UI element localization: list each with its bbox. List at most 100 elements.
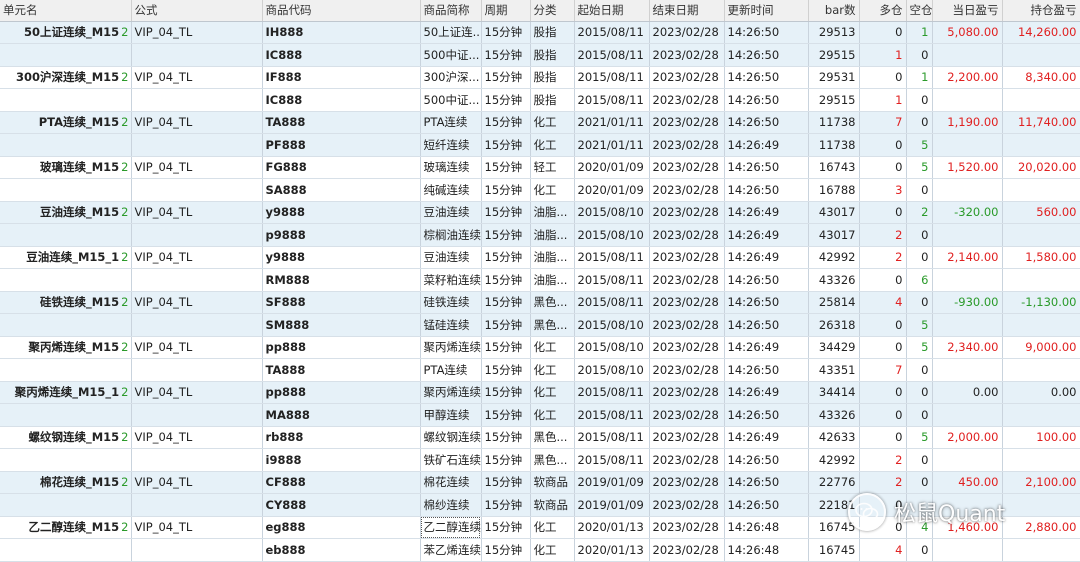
cell-name[interactable]: 螺纹钢连续 [420, 426, 482, 449]
cell-bar-count[interactable]: 43351 [808, 358, 860, 382]
cell-short[interactable]: 5 [906, 156, 933, 179]
cell-update-time[interactable]: 14:26:50 [724, 313, 809, 337]
cell-formula[interactable]: VIP_04_TL [131, 156, 263, 179]
cell-hold-pnl[interactable] [1002, 178, 1080, 202]
cell-long[interactable]: 3 [859, 178, 907, 202]
cell-unit[interactable]: 50上证连续_M15 2 [0, 21, 132, 44]
cell-unit[interactable] [0, 313, 132, 337]
cell-formula[interactable] [131, 448, 263, 472]
cell-long[interactable]: 0 [859, 66, 907, 89]
cell-update-time[interactable]: 14:26:48 [724, 516, 809, 539]
cell-hold-pnl[interactable]: 20,020.00 [1002, 156, 1080, 179]
cell-name[interactable]: 棉花连续 [420, 471, 482, 494]
table-row[interactable]: SM888 锰硅连续 15分钟 黑色... 2015/08/10 2023/02/28 14… [0, 313, 1080, 337]
cell-start-date[interactable]: 2021/01/11 [574, 133, 650, 157]
cell-code[interactable]: eg888 [262, 516, 421, 539]
table-row[interactable]: 玻璃连续_M15 2 VIP_04_TL FG888 玻璃连续 15分钟 轻工 2020/01… [0, 156, 1080, 179]
cell-hold-pnl[interactable] [1002, 268, 1080, 292]
table-row[interactable]: IC888 500中证... 15分钟 股指 2015/08/11 2023/02/28 1… [0, 88, 1080, 112]
cell-end-date[interactable]: 2023/02/28 [649, 21, 725, 44]
table-row[interactable]: 300沪深连续_M15 2 VIP_04_TL IF888 300沪深... 15分钟 股指… [0, 66, 1080, 89]
cell-short[interactable]: 0 [906, 178, 933, 202]
cell-category[interactable]: 化工 [530, 538, 575, 562]
cell-category[interactable]: 油脂... [530, 268, 575, 292]
cell-name[interactable]: PTA连续 [420, 111, 482, 134]
cell-formula[interactable]: VIP_04_TL [131, 201, 263, 224]
cell-update-time[interactable]: 14:26:50 [724, 43, 809, 67]
cell-unit[interactable] [0, 358, 132, 382]
cell-daily-pnl[interactable]: 2,340.00 [932, 336, 1003, 359]
cell-period[interactable]: 15分钟 [481, 381, 531, 404]
cell-start-date[interactable]: 2020/01/13 [574, 538, 650, 562]
cell-category[interactable]: 黑色... [530, 291, 575, 314]
table-row[interactable]: MA888 甲醇连续 15分钟 化工 2015/08/11 2023/02/28 14:26… [0, 403, 1080, 427]
table-row[interactable]: RM888 菜籽粕连续 15分钟 油脂... 2015/08/11 2023/02/28 1… [0, 268, 1080, 292]
cell-name[interactable]: 铁矿石连续 [420, 448, 482, 472]
cell-period[interactable]: 15分钟 [481, 493, 531, 517]
cell-end-date[interactable]: 2023/02/28 [649, 111, 725, 134]
cell-category[interactable]: 化工 [530, 111, 575, 134]
cell-code[interactable]: SM888 [262, 313, 421, 337]
cell-name[interactable]: 短纤连续 [420, 133, 482, 157]
cell-hold-pnl[interactable] [1002, 133, 1080, 157]
cell-long[interactable]: 0 [859, 336, 907, 359]
cell-bar-count[interactable]: 25814 [808, 291, 860, 314]
cell-long[interactable]: 1 [859, 43, 907, 67]
table-row[interactable]: 50上证连续_M15 2 VIP_04_TL IH888 50上证连... 15分钟 股指 2… [0, 21, 1080, 44]
cell-formula[interactable] [131, 178, 263, 202]
cell-formula[interactable]: VIP_04_TL [131, 381, 263, 404]
cell-long[interactable]: 0 [859, 133, 907, 157]
cell-long[interactable]: 0 [859, 426, 907, 449]
cell-update-time[interactable]: 14:26:50 [724, 156, 809, 179]
cell-start-date[interactable]: 2015/08/11 [574, 403, 650, 427]
cell-name[interactable]: 锰硅连续 [420, 313, 482, 337]
cell-category[interactable]: 化工 [530, 381, 575, 404]
cell-code[interactable]: IF888 [262, 66, 421, 89]
cell-unit[interactable]: 300沪深连续_M15 2 [0, 66, 132, 89]
cell-long[interactable]: 2 [859, 223, 907, 247]
cell-period[interactable]: 15分钟 [481, 88, 531, 112]
cell-end-date[interactable]: 2023/02/28 [649, 201, 725, 224]
cell-daily-pnl[interactable]: 450.00 [932, 471, 1003, 494]
cell-name[interactable]: 乙二醇连续 [420, 516, 482, 539]
cell-name[interactable]: 菜籽粕连续 [420, 268, 482, 292]
cell-formula[interactable]: VIP_04_TL [131, 336, 263, 359]
cell-period[interactable]: 15分钟 [481, 426, 531, 449]
table-row[interactable]: SA888 纯碱连续 15分钟 化工 2020/01/09 2023/02/28 14:26… [0, 178, 1080, 202]
cell-formula[interactable] [131, 88, 263, 112]
table-row[interactable]: p9888 棕榈油连续 15分钟 油脂... 2015/08/10 2023/02/28 1… [0, 223, 1080, 247]
cell-daily-pnl[interactable] [932, 448, 1003, 472]
cell-bar-count[interactable]: 11738 [808, 111, 860, 134]
table-row[interactable]: IC888 500中证... 15分钟 股指 2015/08/11 2023/02/28 1… [0, 43, 1080, 67]
cell-formula[interactable] [131, 493, 263, 517]
cell-unit[interactable] [0, 133, 132, 157]
col-header-end[interactable]: 结束日期 [649, 0, 725, 22]
cell-unit[interactable]: 棉花连续_M15 2 [0, 471, 132, 494]
cell-daily-pnl[interactable] [932, 403, 1003, 427]
cell-start-date[interactable]: 2015/08/11 [574, 88, 650, 112]
cell-start-date[interactable]: 2020/01/09 [574, 156, 650, 179]
cell-daily-pnl[interactable] [932, 538, 1003, 562]
cell-code[interactable]: i9888 [262, 448, 421, 472]
cell-unit[interactable]: 聚丙烯连续_M15_1 2 [0, 381, 132, 404]
table-row[interactable]: TA888 PTA连续 15分钟 化工 2015/08/10 2023/02/28 14:2… [0, 358, 1080, 382]
cell-code[interactable]: rb888 [262, 426, 421, 449]
cell-name[interactable]: 500中证... [420, 43, 482, 67]
cell-end-date[interactable]: 2023/02/28 [649, 493, 725, 517]
cell-bar-count[interactable]: 29531 [808, 66, 860, 89]
cell-period[interactable]: 15分钟 [481, 516, 531, 539]
cell-end-date[interactable]: 2023/02/28 [649, 381, 725, 404]
cell-hold-pnl[interactable] [1002, 538, 1080, 562]
cell-formula[interactable]: VIP_04_TL [131, 21, 263, 44]
cell-unit[interactable]: 豆油连续_M15 2 [0, 201, 132, 224]
cell-hold-pnl[interactable] [1002, 403, 1080, 427]
cell-code[interactable]: PF888 [262, 133, 421, 157]
table-row[interactable]: 聚丙烯连续_M15_1 2 VIP_04_TL pp888 聚丙烯连续 15分钟 化工 201… [0, 381, 1080, 404]
cell-unit[interactable]: 玻璃连续_M15 2 [0, 156, 132, 179]
cell-long[interactable]: 7 [859, 111, 907, 134]
cell-start-date[interactable]: 2019/01/09 [574, 471, 650, 494]
cell-code[interactable]: CY888 [262, 493, 421, 517]
cell-short[interactable]: 5 [906, 336, 933, 359]
cell-update-time[interactable]: 14:26:49 [724, 381, 809, 404]
cell-short[interactable]: 0 [906, 471, 933, 494]
